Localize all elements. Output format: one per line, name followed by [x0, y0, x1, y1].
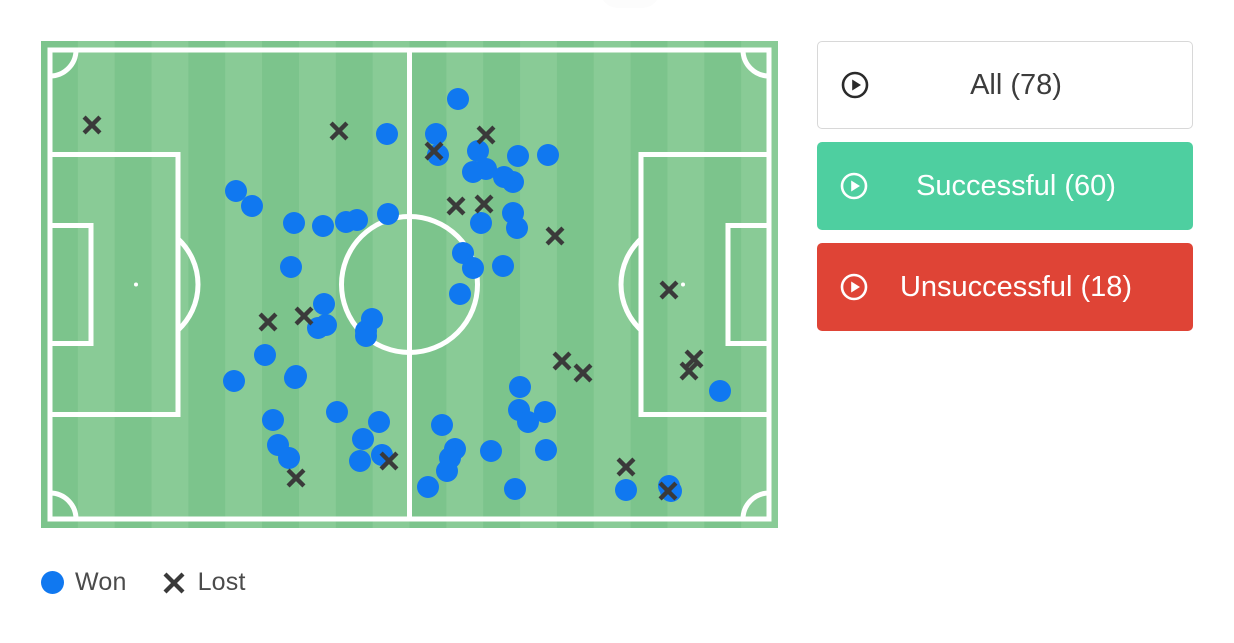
filter-label-successful: Successful (60): [916, 169, 1116, 202]
won-circle-icon: [41, 571, 64, 594]
filter-label-all: All (78): [970, 68, 1062, 101]
won-marker: [493, 166, 515, 188]
won-marker: [326, 401, 348, 423]
won-marker: [449, 283, 471, 305]
won-marker: [254, 344, 276, 366]
play-circle-icon: [840, 273, 868, 301]
pitch-svg: [41, 41, 778, 528]
pitch-stripe: [41, 41, 79, 528]
won-marker: [537, 144, 559, 166]
won-marker: [312, 215, 334, 237]
lost-cross-icon: [163, 572, 185, 593]
won-marker: [225, 180, 247, 202]
won-marker: [377, 203, 399, 225]
won-marker: [709, 380, 731, 402]
pitch-stripe: [298, 41, 337, 528]
won-marker: [436, 460, 458, 482]
won-marker: [507, 145, 529, 167]
won-marker: [262, 409, 284, 431]
won-marker: [355, 320, 377, 342]
won-marker: [431, 414, 453, 436]
legend-label-won: Won: [75, 568, 127, 596]
pitch-stripe: [556, 41, 595, 528]
won-marker: [368, 411, 390, 433]
chart-legend: Won Lost: [41, 568, 246, 597]
pitch-visualization: [41, 41, 778, 528]
won-marker: [352, 428, 374, 450]
pitch-stripe: [114, 41, 153, 528]
won-marker: [346, 209, 368, 231]
filter-button-all[interactable]: All (78): [817, 41, 1193, 129]
penalty-spot-left: [134, 282, 138, 287]
pitch-stripe: [741, 41, 778, 528]
won-marker: [509, 376, 531, 398]
won-marker: [241, 195, 263, 217]
legend-entry-lost: Lost: [161, 568, 246, 597]
pitch-stripe: [704, 41, 742, 528]
filter-label-unsuccessful: Unsuccessful (18): [899, 270, 1133, 303]
won-marker: [462, 257, 484, 279]
won-marker: [535, 439, 557, 461]
won-marker: [506, 217, 528, 239]
won-marker: [315, 314, 337, 336]
filter-panel: All (78) Successful (60) Unsuccessful (1…: [817, 41, 1193, 331]
won-marker: [376, 123, 398, 145]
pitch-stripe: [188, 41, 226, 528]
top-cutoff-artifact: [600, 0, 660, 8]
won-marker: [283, 212, 305, 234]
pitch-stripe: [77, 41, 116, 528]
won-marker: [534, 401, 556, 423]
won-marker: [417, 476, 439, 498]
won-marker: [492, 255, 514, 277]
filter-button-unsuccessful[interactable]: Unsuccessful (18): [817, 243, 1193, 331]
pitch-stripe: [593, 41, 632, 528]
won-marker: [470, 212, 492, 234]
penalty-spot-right: [681, 282, 685, 287]
play-circle-icon: [841, 71, 869, 99]
play-circle-icon: [840, 172, 868, 200]
won-marker: [615, 479, 637, 501]
pitch-stripe: [225, 41, 263, 528]
center-spot: [407, 282, 412, 287]
won-marker: [285, 365, 307, 387]
won-marker: [349, 450, 371, 472]
won-marker: [278, 447, 300, 469]
won-marker: [223, 370, 245, 392]
legend-entry-won: Won: [41, 568, 127, 597]
won-marker: [280, 256, 302, 278]
won-marker: [313, 293, 335, 315]
pitch-stripe: [151, 41, 189, 528]
won-marker: [480, 440, 502, 462]
won-marker: [504, 478, 526, 500]
filter-button-successful[interactable]: Successful (60): [817, 142, 1193, 230]
won-marker: [447, 88, 469, 110]
won-marker: [425, 123, 447, 145]
legend-label-lost: Lost: [197, 568, 246, 596]
won-marker: [462, 161, 484, 183]
